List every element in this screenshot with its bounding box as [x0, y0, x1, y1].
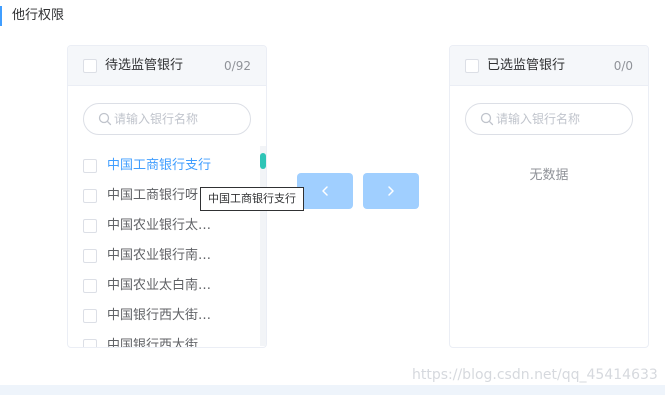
target-panel-header: 已选监管银行 0/0 — [450, 46, 648, 86]
source-panel-title: 待选监管银行 — [105, 58, 184, 73]
item-checkbox[interactable] — [83, 159, 97, 173]
empty-text: 无数据 — [529, 168, 569, 183]
item-checkbox[interactable] — [83, 219, 97, 233]
item-label: 中国农业太白南… — [107, 278, 212, 293]
item-label: 中国农业银行南… — [107, 248, 212, 263]
item-label: 中国银行西大街 — [107, 338, 199, 348]
chevron-left-icon — [322, 186, 328, 196]
source-search-input[interactable] — [114, 109, 244, 129]
target-panel-count: 0/0 — [613, 59, 633, 73]
search-icon — [98, 112, 112, 126]
list-item[interactable]: 中国农业银行太… — [68, 211, 258, 241]
footer-strip — [0, 385, 665, 395]
target-search-box[interactable] — [465, 103, 633, 135]
target-panel: 已选监管银行 0/0 无数据 — [449, 45, 649, 348]
move-left-button[interactable] — [297, 173, 353, 209]
source-search-box[interactable] — [83, 103, 251, 135]
item-checkbox[interactable] — [83, 189, 97, 203]
source-panel-header: 待选监管银行 0/92 — [68, 46, 266, 86]
source-list: 中国工商银行支行 中国工商银行呀 中国农业银行太… 中国农业银行南… 中国农业太… — [68, 151, 258, 348]
target-panel-title: 已选监管银行 — [487, 58, 566, 73]
item-checkbox[interactable] — [83, 279, 97, 293]
list-item[interactable]: 中国银行西大街 — [68, 331, 258, 348]
item-label: 中国农业银行太… — [107, 218, 212, 233]
source-panel-count: 0/92 — [224, 59, 251, 73]
list-scrollbar-thumb[interactable] — [260, 153, 266, 169]
list-item[interactable]: 中国农业银行南… — [68, 241, 258, 271]
item-checkbox[interactable] — [83, 249, 97, 263]
item-label: 中国工商银行支行 — [107, 158, 212, 173]
target-select-all-checkbox[interactable] — [465, 59, 479, 73]
section-title: 他行权限 — [0, 6, 64, 26]
source-select-all-checkbox[interactable] — [83, 59, 97, 73]
list-item[interactable]: 中国农业太白南… — [68, 271, 258, 301]
list-item[interactable]: 中国工商银行支行 — [68, 151, 258, 181]
move-right-button[interactable] — [363, 173, 419, 209]
item-checkbox[interactable] — [83, 309, 97, 323]
item-label: 中国银行西大街… — [107, 308, 212, 323]
watermark: https://blog.csdn.net/qq_45414633 — [412, 367, 658, 383]
search-icon — [480, 112, 494, 126]
chevron-right-icon — [388, 186, 394, 196]
list-scroll-track[interactable] — [260, 146, 266, 346]
item-tooltip: 中国工商银行支行 — [200, 187, 304, 211]
list-item[interactable]: 中国银行西大街… — [68, 301, 258, 331]
target-search-input[interactable] — [496, 109, 626, 129]
item-checkbox[interactable] — [83, 339, 97, 347]
